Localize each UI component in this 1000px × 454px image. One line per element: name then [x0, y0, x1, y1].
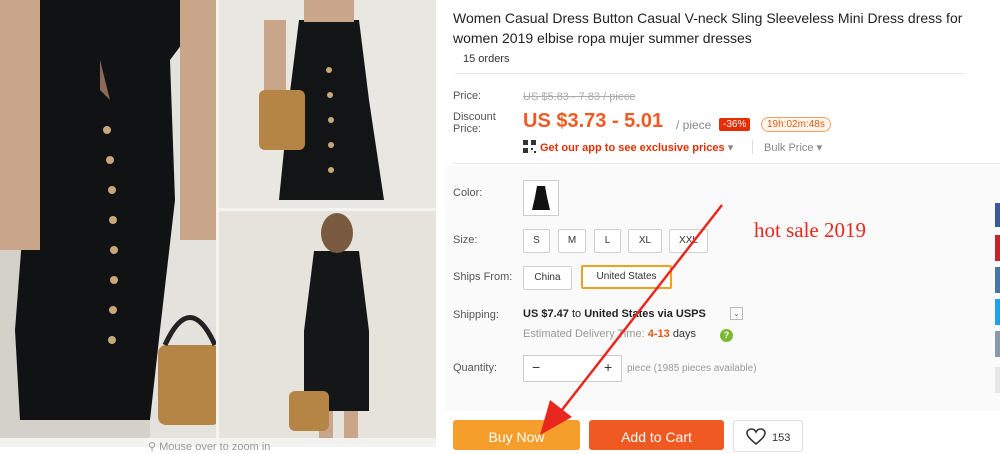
product-photo-main[interactable] [0, 0, 216, 438]
price-label: Price: [453, 90, 482, 102]
red-arrow-annotation [540, 204, 723, 435]
color-label: Color: [453, 187, 483, 199]
shipping-dropdown-icon[interactable]: ⌄ [730, 307, 743, 320]
facebook-share-icon[interactable] [995, 203, 1000, 227]
product-photo-2[interactable] [219, 0, 436, 208]
bulk-price-link[interactable]: Bulk Price ▾ [764, 141, 822, 154]
heart-icon [746, 428, 766, 451]
separator [452, 163, 1000, 164]
bulk-price-text: Bulk Price [764, 142, 814, 154]
vk-share-icon[interactable] [995, 267, 1000, 293]
original-price: US $5.83 - 7.83 / piece [523, 91, 636, 103]
hot-sale-annotation: hot sale 2019 [754, 218, 866, 242]
zoom-hint-text: Mouse over to zoom in [159, 441, 271, 453]
share-icon[interactable] [995, 331, 1000, 357]
app-price-link[interactable]: Get our app to see exclusive prices ▾ [540, 141, 733, 154]
chevron-down-icon: ▾ [813, 142, 823, 154]
twitter-share-icon[interactable] [995, 299, 1000, 325]
discount-price: US $3.73 - 5.01 [523, 110, 664, 132]
app-price-text: Get our app to see exclusive prices [540, 142, 725, 154]
orders-count: 15 orders [463, 53, 510, 65]
divider [752, 140, 753, 154]
countdown-timer: 19h:02m:48s [761, 117, 831, 132]
size-label: Size: [453, 234, 478, 246]
wishlist-button[interactable]: 153 [733, 420, 803, 452]
orders-row: 15 orders [455, 51, 965, 74]
magnifier-icon: ⚲ [148, 441, 160, 453]
more-share-icon[interactable] [995, 367, 1000, 393]
ships-from-label: Ships From: [453, 271, 513, 283]
qr-code-icon [523, 140, 536, 153]
discount-label-1: Discount [453, 111, 496, 123]
discount-label-2: Price: [453, 123, 482, 135]
shipping-label: Shipping: [453, 309, 499, 321]
price-unit: / piece [676, 118, 712, 132]
quantity-label: Quantity: [453, 362, 498, 374]
wishlist-count: 153 [772, 432, 791, 444]
product-gallery [0, 0, 436, 447]
chevron-down-icon: ▾ [724, 142, 734, 154]
product-title: Women Casual Dress Button Casual V-neck … [453, 10, 963, 46]
discount-badge: -36% [719, 118, 751, 131]
pinterest-share-icon[interactable] [995, 235, 1000, 261]
product-photo-3[interactable] [219, 211, 436, 438]
